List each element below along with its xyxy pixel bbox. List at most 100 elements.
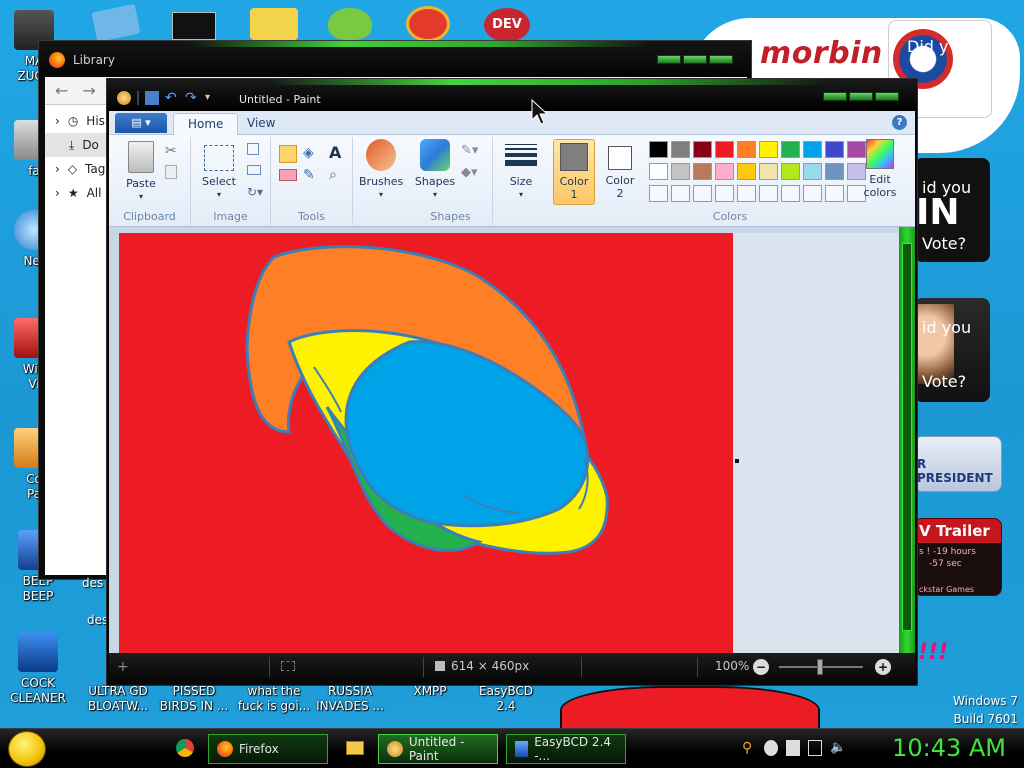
desktop-icon-pissed-birds[interactable]: PISSED BIRDS IN ... bbox=[154, 684, 234, 714]
close-button[interactable] bbox=[875, 92, 899, 101]
size-button[interactable]: Size ▾ bbox=[499, 139, 543, 201]
chrome-icon[interactable] bbox=[176, 739, 194, 757]
taskbar-easybcd[interactable]: EasyBCD 2.4 -... bbox=[506, 734, 626, 764]
pig-icon[interactable] bbox=[328, 8, 372, 40]
taskbar-paint[interactable]: Untitled - Paint bbox=[378, 734, 498, 764]
palette-swatch[interactable] bbox=[715, 163, 734, 180]
explorer-folder-icon[interactable] bbox=[346, 741, 364, 755]
save-icon[interactable] bbox=[145, 91, 159, 105]
maximize-button[interactable] bbox=[849, 92, 873, 101]
palette-swatch[interactable] bbox=[825, 141, 844, 158]
maximize-button[interactable] bbox=[683, 55, 707, 64]
zoom-out-button[interactable]: − bbox=[753, 659, 769, 675]
minimize-button[interactable] bbox=[657, 55, 681, 64]
tab-home[interactable]: Home bbox=[173, 113, 239, 135]
custom-color-slot[interactable] bbox=[803, 185, 822, 202]
search-icon[interactable]: ⚲ bbox=[742, 740, 756, 756]
palette-swatch[interactable] bbox=[671, 141, 690, 158]
custom-color-slot[interactable] bbox=[781, 185, 800, 202]
folder-icon[interactable] bbox=[250, 8, 298, 40]
qat-dropdown-icon[interactable]: ▾ bbox=[205, 91, 219, 105]
custom-color-slot[interactable] bbox=[759, 185, 778, 202]
fill-shape-icon[interactable]: ◆▾ bbox=[461, 165, 479, 183]
network-tray-icon[interactable] bbox=[808, 740, 822, 756]
ad-hillary[interactable]: id you Vote? bbox=[914, 298, 990, 402]
palette-swatch[interactable] bbox=[671, 163, 690, 180]
paint-app-icon[interactable] bbox=[117, 91, 131, 105]
palette-swatch[interactable] bbox=[803, 141, 822, 158]
close-button[interactable] bbox=[709, 55, 733, 64]
p-logo-icon[interactable] bbox=[406, 6, 450, 42]
palette-swatch[interactable] bbox=[693, 141, 712, 158]
canvas-resize-handle[interactable] bbox=[735, 459, 739, 463]
copy-icon[interactable] bbox=[165, 165, 177, 179]
palette-swatch[interactable] bbox=[781, 163, 800, 180]
color1-button[interactable]: Color 1 bbox=[553, 139, 595, 205]
palette-swatch[interactable] bbox=[759, 141, 778, 158]
palette-swatch[interactable] bbox=[715, 141, 734, 158]
minus-circle-icon[interactable] bbox=[764, 740, 778, 756]
magnifier-icon[interactable]: ⌕ bbox=[329, 167, 347, 185]
palette-swatch[interactable] bbox=[737, 163, 756, 180]
flag-icon[interactable] bbox=[786, 740, 800, 756]
outline-icon[interactable]: ✎▾ bbox=[461, 143, 479, 161]
ad-did-you-in[interactable]: id you IN Vote? bbox=[914, 158, 990, 262]
zoom-in-button[interactable]: + bbox=[875, 659, 891, 675]
edit-colors-button[interactable]: Edit colors bbox=[855, 139, 905, 199]
start-button-smiley-icon[interactable] bbox=[8, 731, 46, 767]
palette-swatch[interactable] bbox=[693, 163, 712, 180]
text-icon[interactable]: A bbox=[329, 143, 347, 162]
color2-button[interactable]: Color 2 bbox=[599, 139, 641, 200]
palette-swatch[interactable] bbox=[649, 163, 668, 180]
desktop-icon-top-1[interactable] bbox=[91, 3, 141, 43]
color-picker-icon[interactable]: ✎ bbox=[303, 167, 321, 185]
rotate-icon[interactable]: ↻▾ bbox=[247, 185, 265, 203]
palette-swatch[interactable] bbox=[803, 163, 822, 180]
brushes-button[interactable]: Brushes ▾ bbox=[359, 139, 403, 201]
select-button[interactable]: Select ▾ bbox=[197, 141, 241, 201]
desktop-icon-what[interactable]: what the fuck is goi... bbox=[234, 684, 314, 714]
help-icon[interactable]: ? bbox=[892, 115, 907, 130]
custom-color-slot[interactable] bbox=[671, 185, 690, 202]
redo-icon[interactable]: ↷ bbox=[185, 91, 199, 105]
custom-color-slot[interactable] bbox=[693, 185, 712, 202]
palette-swatch[interactable] bbox=[649, 141, 668, 158]
drawing-canvas[interactable] bbox=[109, 227, 899, 653]
minimize-button[interactable] bbox=[823, 92, 847, 101]
undo-icon[interactable]: ↶ bbox=[165, 91, 179, 105]
pencil-icon[interactable] bbox=[279, 145, 297, 163]
dev-icon[interactable]: DEV bbox=[484, 8, 530, 42]
custom-color-slot[interactable] bbox=[737, 185, 756, 202]
cmd-icon[interactable] bbox=[172, 12, 216, 40]
taskbar-firefox[interactable]: Firefox bbox=[208, 734, 328, 764]
desktop-icon-easybcd[interactable]: EasyBCD 2.4 bbox=[466, 684, 546, 714]
volume-icon[interactable]: 🔈 bbox=[830, 740, 846, 756]
paste-button[interactable]: Paste ▾ bbox=[119, 141, 163, 203]
ad-president[interactable]: R PRESIDENT bbox=[914, 436, 1002, 492]
vertical-scrollbar[interactable] bbox=[899, 227, 915, 653]
library-titlebar[interactable]: Library bbox=[39, 41, 751, 77]
ad-trailer[interactable]: V Trailer s ! -19 hours -57 sec ckstar G… bbox=[914, 518, 1002, 596]
custom-color-slot[interactable] bbox=[825, 185, 844, 202]
palette-swatch[interactable] bbox=[759, 163, 778, 180]
desktop-icon-ultra-gd[interactable]: ULTRA GD BLOATW... bbox=[78, 684, 158, 714]
paint-titlebar[interactable]: ↶ ↷ ▾ Untitled - Paint bbox=[107, 79, 917, 111]
custom-color-slot[interactable] bbox=[715, 185, 734, 202]
tab-view[interactable]: View bbox=[233, 113, 289, 135]
palette-swatch[interactable] bbox=[737, 141, 756, 158]
fill-icon[interactable]: ◈ bbox=[303, 145, 321, 163]
forward-arrow-icon[interactable]: → bbox=[82, 81, 95, 100]
eraser-icon[interactable] bbox=[279, 169, 297, 181]
paint-menu-button[interactable]: ▤ ▾ bbox=[115, 113, 167, 133]
palette-swatch[interactable] bbox=[781, 141, 800, 158]
desktop-icon-cock-cleaner[interactable]: COCK CLEANER bbox=[0, 632, 76, 706]
crop-icon[interactable] bbox=[247, 143, 259, 155]
shapes-button[interactable]: Shapes ▾ bbox=[413, 139, 457, 201]
resize-icon[interactable] bbox=[247, 165, 261, 175]
scrollbar-thumb[interactable] bbox=[902, 243, 912, 631]
cut-icon[interactable]: ✂ bbox=[165, 143, 183, 161]
desktop-icon-russia[interactable]: RUSSIA INVADES ... bbox=[310, 684, 390, 714]
desktop-icon-xmpp[interactable]: XMPP bbox=[390, 684, 470, 699]
canvas-area[interactable] bbox=[109, 227, 899, 653]
palette-swatch[interactable] bbox=[825, 163, 844, 180]
